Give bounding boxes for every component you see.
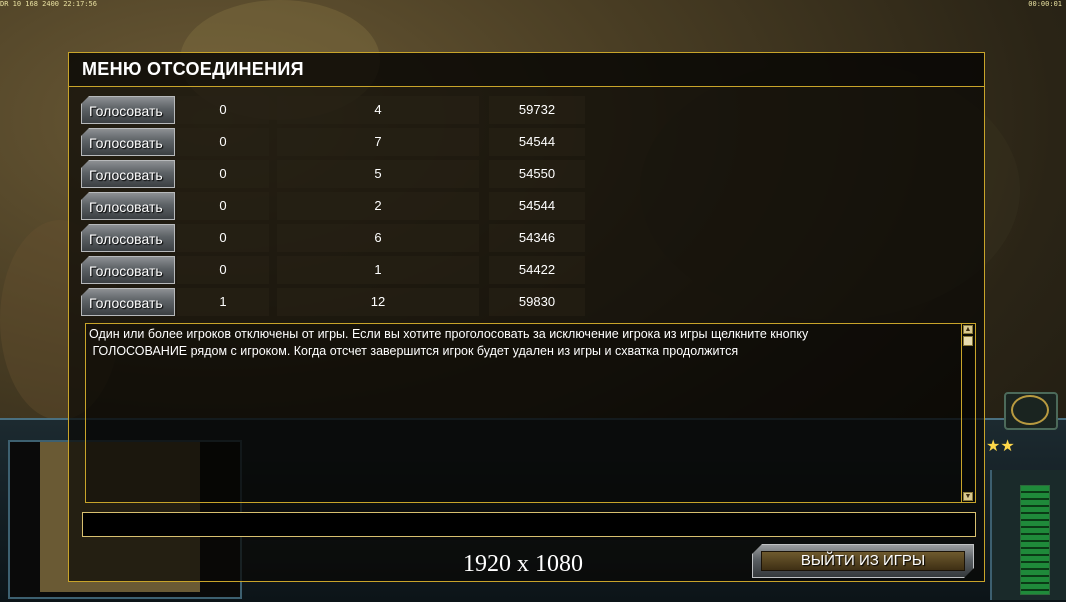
hud-timer: 00:00:01 [1028, 0, 1062, 8]
player-row: Голосовать 0 6 54346 [81, 223, 601, 253]
player-slot: 7 [277, 128, 479, 156]
player-slot: 4 [277, 96, 479, 124]
player-ping: 54544 [489, 128, 585, 156]
vote-button-label: Голосовать [89, 263, 163, 279]
message-scrollbar[interactable]: ▲ ▼ [961, 324, 974, 502]
player-status: 0 [177, 96, 269, 124]
vote-button-label: Голосовать [89, 199, 163, 215]
scroll-down-icon[interactable]: ▼ [963, 492, 973, 501]
player-ping: 59830 [489, 288, 585, 316]
vote-button[interactable]: Голосовать [81, 288, 175, 316]
resolution-overlay: 1920 x 1080 [463, 551, 583, 577]
radar-icon [1011, 395, 1049, 425]
player-status: 0 [177, 256, 269, 284]
vote-button[interactable]: Голосовать [81, 128, 175, 156]
player-slot: 5 [277, 160, 479, 188]
player-status: 1 [177, 288, 269, 316]
exit-button-label: ВЫЙТИ ИЗ ИГРЫ [800, 552, 926, 569]
player-slot: 1 [277, 256, 479, 284]
player-ping: 54544 [489, 192, 585, 220]
vote-button[interactable]: Голосовать [81, 160, 175, 188]
player-row: Голосовать 0 1 54422 [81, 255, 601, 285]
vote-button-label: Голосовать [89, 295, 163, 311]
player-status: 0 [177, 192, 269, 220]
player-status: 0 [177, 160, 269, 188]
vote-button[interactable]: Голосовать [81, 224, 175, 252]
player-row: Голосовать 0 7 54544 [81, 127, 601, 157]
hud-stats: DR 10 168 2400 22:17:56 [0, 0, 97, 8]
player-row: Голосовать 0 2 54544 [81, 191, 601, 221]
message-text: Один или более игроков отключены от игры… [89, 327, 809, 358]
vote-button[interactable]: Голосовать [81, 192, 175, 220]
disconnect-dialog: МЕНЮ ОТСОЕДИНЕНИЯ Голосовать 0 4 59732 Голос… [68, 52, 985, 582]
player-ping: 59732 [489, 96, 585, 124]
player-row: Голосовать 0 5 54550 [81, 159, 601, 189]
scroll-thumb[interactable] [963, 336, 973, 346]
exit-game-button[interactable]: ВЫЙТИ ИЗ ИГРЫ [752, 544, 974, 578]
vote-button[interactable]: Голосовать [81, 96, 175, 124]
scroll-up-icon[interactable]: ▲ [963, 325, 973, 334]
player-row: Голосовать 0 4 59732 [81, 95, 601, 125]
player-status: 0 [177, 128, 269, 156]
player-slot: 2 [277, 192, 479, 220]
power-meter [1020, 485, 1050, 595]
vote-button-label: Голосовать [89, 167, 163, 183]
player-ping: 54422 [489, 256, 585, 284]
rank-stars-icon: ★★ [986, 438, 1015, 455]
player-ping: 54346 [489, 224, 585, 252]
player-ping: 54550 [489, 160, 585, 188]
player-status: 0 [177, 224, 269, 252]
chat-input[interactable] [82, 512, 976, 537]
vote-button-label: Голосовать [89, 103, 163, 119]
vote-button[interactable]: Голосовать [81, 256, 175, 284]
vote-button-label: Голосовать [89, 231, 163, 247]
dialog-title: МЕНЮ ОТСОЕДИНЕНИЯ [82, 59, 304, 79]
message-box: Один или более игроков отключены от игры… [85, 323, 976, 503]
player-slot: 12 [277, 288, 479, 316]
player-slot: 6 [277, 224, 479, 252]
dialog-title-bar: МЕНЮ ОТСОЕДИНЕНИЯ [69, 53, 984, 87]
player-row: Голосовать 1 12 59830 [81, 287, 601, 317]
vote-button-label: Голосовать [89, 135, 163, 151]
